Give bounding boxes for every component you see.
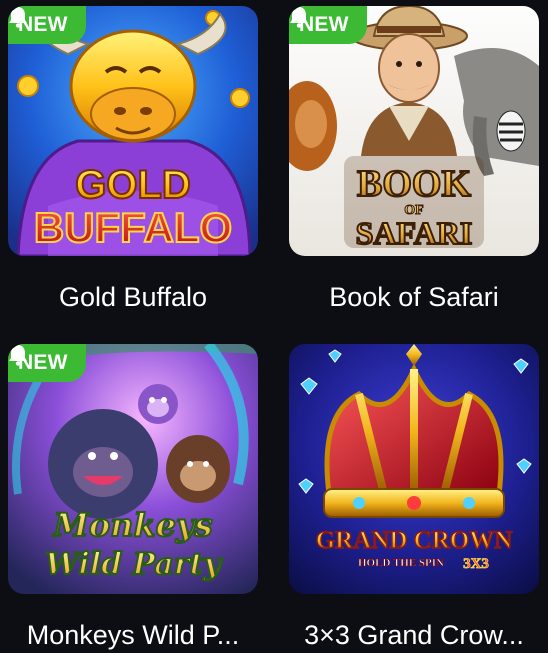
grand-crown-logo-line-3: 3X3: [463, 556, 489, 572]
book-of-safari-logo-line-3: SAFARI: [356, 215, 473, 251]
monkeys-wild-party-logo-line-2: Wild Party: [45, 547, 223, 582]
new-badge: NEW: [8, 344, 86, 382]
game-title[interactable]: 3×3 Grand Crow...: [284, 618, 544, 652]
gold-buffalo-logo-line-1: GOLD: [75, 163, 191, 207]
game-thumbnail-monkeys-wild-party[interactable]: Monkeys Wild Party NEW: [8, 344, 258, 594]
bell-icon: [9, 7, 27, 28]
grand-crown-logo-line-1: GRAND CROWN: [316, 527, 513, 554]
games-grid: GOLD BUFFALO NEW Gold Buffalo BOOK OF SA…: [0, 0, 548, 653]
bell-icon: [9, 345, 27, 366]
game-tile-book-of-safari[interactable]: BOOK OF SAFARI NEW Book of Safari: [289, 6, 539, 314]
grand-crown-logo-line-2: HOLD THE SPIN: [358, 557, 444, 569]
grand-crown-artwork: GRAND CROWN HOLD THE SPIN 3X3: [289, 344, 539, 594]
game-tile-grand-crown[interactable]: GRAND CROWN HOLD THE SPIN 3X3 3×3 Grand …: [289, 344, 539, 652]
game-thumbnail-grand-crown[interactable]: GRAND CROWN HOLD THE SPIN 3X3: [289, 344, 539, 594]
book-of-safari-logo-line-1: BOOK: [357, 163, 471, 205]
game-thumbnail-book-of-safari[interactable]: BOOK OF SAFARI NEW: [289, 6, 539, 256]
game-tile-monkeys-wild-party[interactable]: Monkeys Wild Party NEW Monkeys Wild P...: [8, 344, 258, 652]
new-badge: NEW: [8, 6, 86, 44]
gold-buffalo-logo-line-2: BUFFALO: [34, 204, 232, 251]
new-badge: NEW: [289, 6, 367, 44]
game-tile-gold-buffalo[interactable]: GOLD BUFFALO NEW Gold Buffalo: [8, 6, 258, 314]
bell-icon: [290, 7, 308, 28]
game-title[interactable]: Gold Buffalo: [3, 280, 263, 314]
monkeys-wild-party-logo-line-1: Monkeys: [52, 506, 212, 544]
game-title[interactable]: Book of Safari: [284, 280, 544, 314]
game-thumbnail-gold-buffalo[interactable]: GOLD BUFFALO NEW: [8, 6, 258, 256]
game-title[interactable]: Monkeys Wild P...: [3, 618, 263, 652]
